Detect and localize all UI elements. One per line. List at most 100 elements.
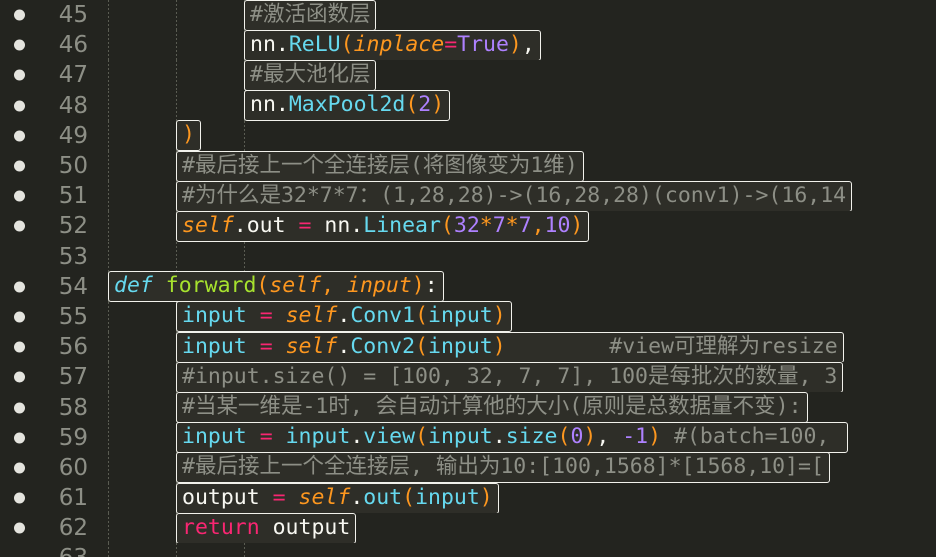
line-code[interactable]: ) [100, 120, 936, 152]
line-gutter[interactable]: 49 [0, 120, 100, 151]
line-gutter[interactable]: 56 [0, 332, 100, 363]
breakpoint-icon[interactable] [14, 281, 25, 293]
editor-line[interactable]: 56 input = self.Conv2(input) #view可理解为res… [0, 331, 936, 363]
line-code[interactable]: #当某一维是-1时, 会自动计算他的大小(原则是总数据量不变): [100, 392, 936, 424]
breakpoint-icon[interactable] [14, 9, 25, 21]
selected-code-box[interactable]: #激活函数层 [244, 0, 377, 31]
breakpoint-icon[interactable] [14, 371, 25, 383]
line-gutter[interactable]: 59 [0, 422, 100, 453]
breakpoint-icon[interactable] [14, 522, 25, 534]
selected-code-box[interactable]: #input.size() = [100, 32, 7, 7], 100是每批次… [176, 361, 844, 393]
selected-code-box[interactable]: #为什么是32*7*7：(1,28,28)->(16,28,28)(conv1)… [176, 180, 853, 212]
line-code[interactable]: #最大池化层 [100, 59, 936, 91]
selected-code-box[interactable]: #最后接上一个全连接层, 输出为10:[100,1568]*[1568,10]=… [176, 452, 830, 484]
line-gutter[interactable]: 50 [0, 150, 100, 182]
line-number: 54 [58, 273, 88, 300]
code-token: 7 [518, 212, 532, 238]
breakpoint-icon[interactable] [14, 432, 25, 444]
line-code[interactable]: output = self.out(input) [100, 482, 936, 514]
line-gutter[interactable]: 60 [0, 452, 100, 483]
selected-code-box[interactable]: nn.ReLU(inplace=True), [244, 29, 541, 61]
breakpoint-icon[interactable] [14, 402, 25, 414]
selected-code-box[interactable]: input = input.view(input.size(0), -1) #(… [176, 422, 849, 454]
breakpoint-icon[interactable] [14, 492, 25, 504]
code-editor[interactable]: 45 #激活函数层 46 nn.ReLU(inplace=True), 47 #最大池化层… [0, 0, 936, 557]
line-code[interactable] [100, 241, 936, 272]
line-gutter[interactable]: 61 [0, 483, 100, 514]
code-token: 10 [544, 212, 571, 238]
selected-code-box[interactable]: nn.MaxPool2d(2) [244, 90, 451, 122]
code-token: * [479, 212, 493, 238]
editor-line[interactable]: 45 #激活函数层 [0, 0, 936, 31]
editor-line[interactable]: 47 #最大池化层 [0, 59, 936, 91]
line-code[interactable]: nn.ReLU(inplace=True), [100, 29, 936, 61]
line-code[interactable]: input = self.Conv1(input) [100, 301, 936, 333]
line-gutter[interactable]: 52 [0, 211, 100, 242]
selected-code-box[interactable]: #最大池化层 [244, 59, 377, 91]
line-number: 56 [58, 334, 88, 361]
editor-line[interactable]: 50 #最后接上一个全连接层(将图像变为1维) [0, 150, 936, 182]
line-gutter[interactable]: 58 [0, 392, 100, 423]
selected-code-box[interactable]: def forward(self, input): [108, 271, 444, 303]
editor-line[interactable]: 55 input = self.Conv1(input) [0, 301, 936, 333]
breakpoint-icon[interactable] [14, 190, 25, 202]
selected-code-box[interactable]: return output [176, 512, 357, 544]
line-gutter[interactable]: 51 [0, 181, 100, 212]
editor-line[interactable]: 61 output = self.out(input) [0, 482, 936, 514]
breakpoint-icon[interactable] [14, 100, 25, 112]
line-gutter[interactable]: 55 [0, 301, 100, 333]
selected-code-box[interactable]: self.out = nn.Linear(32*7*7,10) [176, 210, 590, 242]
editor-line[interactable]: 48 nn.MaxPool2d(2) [0, 90, 936, 122]
editor-line[interactable]: 59 input = input.view(input.size(0), -1) … [0, 422, 936, 454]
code-token: = [259, 303, 273, 329]
line-code[interactable]: input = input.view(input.size(0), -1) #(… [100, 422, 936, 454]
breakpoint-icon[interactable] [14, 311, 25, 323]
line-gutter[interactable]: 57 [0, 362, 100, 393]
editor-line[interactable]: 63 [0, 543, 936, 557]
line-gutter[interactable]: 63 [0, 543, 100, 557]
line-code[interactable]: #最后接上一个全连接层(将图像变为1维) [100, 150, 936, 182]
editor-line[interactable]: 49) [0, 120, 936, 152]
line-gutter[interactable]: 48 [0, 90, 100, 121]
line-code[interactable]: #input.size() = [100, 32, 7, 7], 100是每批次… [100, 361, 936, 393]
selected-code-box[interactable]: ) [176, 120, 201, 152]
selected-code-box[interactable]: input = self.Conv2(input) #view可理解为resiz… [176, 331, 844, 363]
editor-line[interactable]: 53 [0, 241, 936, 272]
breakpoint-icon[interactable] [14, 69, 25, 81]
breakpoint-icon[interactable] [14, 341, 25, 353]
line-code[interactable]: #最后接上一个全连接层, 输出为10:[100,1568]*[1568,10]=… [100, 452, 936, 484]
selected-code-box[interactable]: output = self.out(input) [176, 482, 499, 514]
editor-line[interactable]: 51 #为什么是32*7*7：(1,28,28)->(16,28,28)(conv… [0, 180, 936, 212]
line-code[interactable]: def forward(self, input): [100, 271, 936, 303]
line-code[interactable] [100, 543, 936, 557]
line-code[interactable]: #激活函数层 [100, 0, 936, 31]
breakpoint-icon[interactable] [14, 462, 25, 474]
line-gutter[interactable]: 45 [0, 0, 100, 31]
line-code[interactable]: self.out = nn.Linear(32*7*7,10) [100, 210, 936, 242]
code-token: def [114, 273, 153, 299]
breakpoint-icon[interactable] [14, 160, 25, 172]
line-code[interactable]: return output [100, 512, 936, 544]
line-gutter[interactable]: 53 [0, 241, 100, 272]
breakpoint-icon[interactable] [14, 130, 25, 142]
editor-line[interactable]: 46 nn.ReLU(inplace=True), [0, 29, 936, 61]
editor-line[interactable]: 62 return output [0, 512, 936, 544]
line-gutter[interactable]: 46 [0, 30, 100, 61]
editor-line[interactable]: 57 #input.size() = [100, 32, 7, 7], 100是每… [0, 361, 936, 393]
line-code[interactable]: #为什么是32*7*7：(1,28,28)->(16,28,28)(conv1)… [100, 180, 936, 212]
breakpoint-icon[interactable] [14, 220, 25, 232]
line-code[interactable]: input = self.Conv2(input) #view可理解为resiz… [100, 331, 936, 363]
editor-line[interactable]: 54 def forward(self, input): [0, 271, 936, 303]
selected-code-box[interactable]: #最后接上一个全连接层(将图像变为1维) [176, 150, 584, 182]
line-gutter[interactable]: 54 [0, 271, 100, 302]
selected-code-box[interactable]: #当某一维是-1时, 会自动计算他的大小(原则是总数据量不变): [176, 392, 808, 424]
editor-line[interactable]: 52 self.out = nn.Linear(32*7*7,10) [0, 210, 936, 242]
editor-line[interactable]: 58 #当某一维是-1时, 会自动计算他的大小(原则是总数据量不变): [0, 392, 936, 424]
breakpoint-icon[interactable] [14, 39, 25, 51]
line-gutter[interactable]: 47 [0, 60, 100, 91]
line-gutter[interactable]: 62 [0, 513, 100, 544]
selected-code-box[interactable]: input = self.Conv1(input) [176, 301, 512, 333]
editor-line[interactable]: 60 #最后接上一个全连接层, 输出为10:[100,1568]*[1568,10… [0, 452, 936, 484]
line-code[interactable]: nn.MaxPool2d(2) [100, 90, 936, 122]
